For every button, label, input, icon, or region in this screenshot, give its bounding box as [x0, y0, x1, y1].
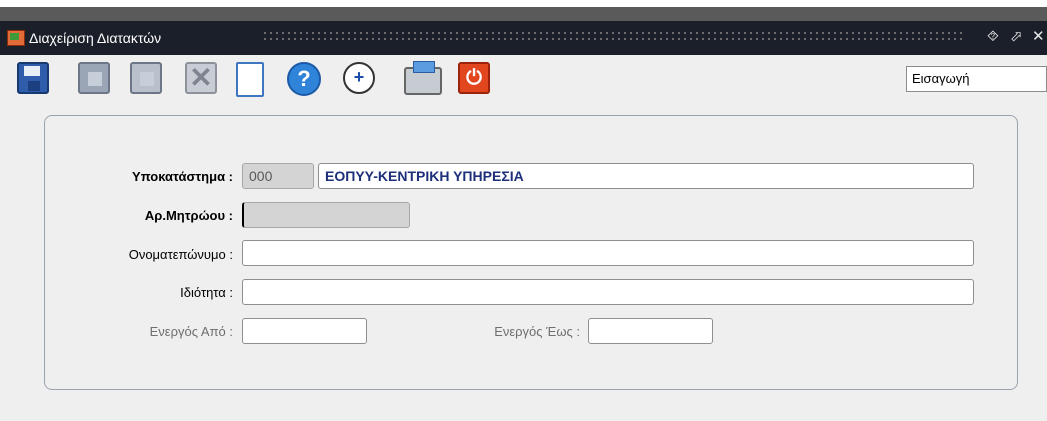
- save-icon[interactable]: [17, 62, 49, 94]
- exit-icon[interactable]: ⏻: [458, 62, 490, 94]
- specialty-field[interactable]: [242, 279, 974, 305]
- branch-label: Υποκατάστημα :: [132, 169, 233, 184]
- delete-icon[interactable]: ✕: [185, 62, 217, 94]
- mode-indicator: Εισαγωγή: [906, 66, 1047, 92]
- list-icon[interactable]: [78, 62, 110, 94]
- print-icon[interactable]: [404, 61, 442, 95]
- titlebar-pattern: [262, 30, 962, 44]
- window-titlebar: Διαχείριση Διατακτών ⯑ ⬀ ✕: [0, 21, 1047, 55]
- help-icon[interactable]: ?: [287, 62, 321, 96]
- fullname-field[interactable]: [242, 240, 974, 266]
- zoom-icon[interactable]: +: [343, 62, 375, 94]
- fullname-label: Ονοματεπώνυμο :: [128, 247, 233, 262]
- minimize-icon[interactable]: ⯑: [987, 28, 999, 46]
- registry-field[interactable]: [242, 202, 410, 228]
- branch-name-field: ΕΟΠΥΥ-ΚΕΝΤΡΙΚΗ ΥΠΗΡΕΣΙΑ: [318, 163, 974, 189]
- app-icon: [7, 30, 25, 46]
- registry-label: Αρ.Μητρώου :: [144, 208, 233, 223]
- active-from-label: Ενεργός Από :: [149, 324, 233, 339]
- close-icon[interactable]: ✕: [1032, 28, 1045, 46]
- branch-code-field: 000: [242, 163, 314, 189]
- top-strip: [0, 0, 1047, 22]
- maximize-icon[interactable]: ⬀: [1010, 28, 1023, 46]
- menu-band: [0, 7, 1047, 21]
- specialty-label: Ιδιότητα :: [180, 285, 233, 300]
- toolbar: ✕ ? + ⏻: [0, 55, 1047, 105]
- edit-icon[interactable]: [130, 62, 162, 94]
- active-from-field[interactable]: [242, 318, 367, 344]
- active-to-label: Ενεργός Έως :: [494, 324, 580, 339]
- window-title: Διαχείριση Διατακτών: [29, 30, 162, 46]
- active-to-field[interactable]: [588, 318, 713, 344]
- new-document-icon[interactable]: [236, 62, 264, 97]
